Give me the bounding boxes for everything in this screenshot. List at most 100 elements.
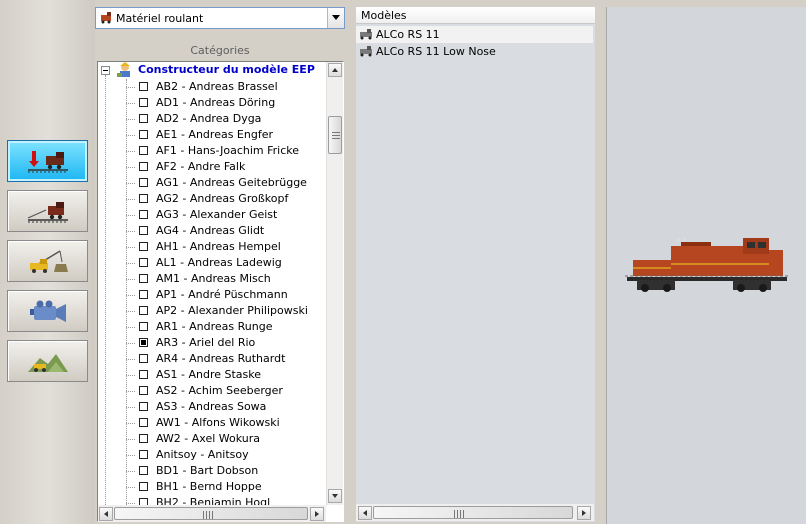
tree-item-checkbox[interactable] <box>139 354 148 363</box>
tree-item-checkbox[interactable] <box>139 130 148 139</box>
tree-item-checkbox[interactable] <box>139 434 148 443</box>
tree-item-checkbox[interactable] <box>139 82 148 91</box>
scroll-down-button[interactable] <box>328 489 342 503</box>
collapse-icon[interactable] <box>101 66 110 75</box>
scroll-right-button[interactable] <box>577 506 591 520</box>
tree-item[interactable]: AB2 - Andreas Brassel <box>98 79 327 95</box>
tree-connector <box>126 199 135 200</box>
tree-item[interactable]: AM1 - Andreas Misch <box>98 271 327 287</box>
tree-item[interactable]: AW2 - Axel Wokura <box>98 431 327 447</box>
tree-item-checkbox[interactable] <box>139 194 148 203</box>
tree-item[interactable]: AF2 - Andre Falk <box>98 159 327 175</box>
scroll-up-button[interactable] <box>328 63 342 77</box>
tree-item-checkbox[interactable] <box>139 482 148 491</box>
tree-item[interactable]: AS1 - Andre Staske <box>98 367 327 383</box>
locomotive-icon <box>360 29 372 40</box>
tree-item-checkbox[interactable] <box>139 274 148 283</box>
tree-item-checkbox[interactable] <box>139 114 148 123</box>
models-header[interactable]: Modèles <box>356 7 595 24</box>
model-item[interactable]: ALCo RS 11 Low Nose <box>356 43 593 60</box>
tree-item[interactable]: BD1 - Bart Dobson <box>98 463 327 479</box>
tree-item[interactable]: AG2 - Andreas Großkopf <box>98 191 327 207</box>
tree-item-checkbox[interactable] <box>139 258 148 267</box>
tree-item[interactable]: AR3 - Ariel del Rio <box>98 335 327 351</box>
tree-item-checkbox[interactable] <box>139 338 148 347</box>
tree-item-checkbox[interactable] <box>139 226 148 235</box>
tree-connector <box>126 327 135 328</box>
category-tree[interactable]: Constructeur du modèle EEP AB2 - Andreas… <box>97 61 344 522</box>
tree-root-node[interactable]: Constructeur du modèle EEP <box>98 62 327 79</box>
tree-item[interactable]: AG3 - Alexander Geist <box>98 207 327 223</box>
dropdown-value: Matériel roulant <box>116 12 204 25</box>
tree-item-checkbox[interactable] <box>139 386 148 395</box>
tree-horizontal-scrollbar[interactable] <box>98 505 326 522</box>
tree-item-checkbox[interactable] <box>139 178 148 187</box>
tree-item-checkbox[interactable] <box>139 290 148 299</box>
app-window: Matériel roulant Catégories Constructeur… <box>0 0 806 524</box>
tree-item[interactable]: AG4 - Andreas Glidt <box>98 223 327 239</box>
tree-item[interactable]: BH2 - Benjamin Hogl <box>98 495 327 505</box>
tree-connector <box>126 503 135 504</box>
tree-item-label: AL1 - Andreas Ladewig <box>156 256 282 269</box>
arrow-left-icon <box>104 511 108 517</box>
tree-item[interactable]: Anitsoy - Anitsoy <box>98 447 327 463</box>
tree-item[interactable]: AE1 - Andreas Engfer <box>98 127 327 143</box>
scroll-thumb[interactable] <box>114 507 308 520</box>
tree-item[interactable]: BH1 - Bernd Hoppe <box>98 479 327 495</box>
tree-item-label: AG1 - Andreas Geitebrügge <box>156 176 307 189</box>
tree-item[interactable]: AR1 - Andreas Runge <box>98 319 327 335</box>
models-horizontal-scrollbar[interactable] <box>356 504 594 521</box>
tree-item[interactable]: AW1 - Alfons Wikowski <box>98 415 327 431</box>
camera-button[interactable] <box>7 290 88 332</box>
scroll-thumb[interactable] <box>373 506 573 519</box>
tree-item[interactable]: AP2 - Alexander Philipowski <box>98 303 327 319</box>
tree-item[interactable]: AF1 - Hans-Joachim Fricke <box>98 143 327 159</box>
tree-connector <box>126 183 135 184</box>
scroll-left-button[interactable] <box>358 506 372 520</box>
tree-connector <box>126 295 135 296</box>
tree-item-checkbox[interactable] <box>139 466 148 475</box>
tree-item[interactable]: AS2 - Achim Seeberger <box>98 383 327 399</box>
tree-item[interactable]: AP1 - André Püschmann <box>98 287 327 303</box>
models-list[interactable]: Modèles ALCo RS 11 ALCo RS 11 Low Nose <box>356 7 595 522</box>
tree-vertical-scrollbar[interactable] <box>326 62 343 505</box>
tree-item-checkbox[interactable] <box>139 498 148 505</box>
tree-item[interactable]: AR4 - Andreas Ruthardt <box>98 351 327 367</box>
user-icon <box>117 62 130 77</box>
tree-item-checkbox[interactable] <box>139 242 148 251</box>
tree-connector <box>126 263 135 264</box>
tree-item-checkbox[interactable] <box>139 162 148 171</box>
tree-item[interactable]: AG1 - Andreas Geitebrügge <box>98 175 327 191</box>
tree-connector <box>126 359 135 360</box>
tree-connector <box>126 407 135 408</box>
tree-item-checkbox[interactable] <box>139 370 148 379</box>
dropdown-arrow-button[interactable] <box>327 8 344 28</box>
scroll-thumb[interactable] <box>328 116 342 154</box>
tree-connector <box>126 455 135 456</box>
tree-item-checkbox[interactable] <box>139 418 148 427</box>
tree-item-checkbox[interactable] <box>139 306 148 315</box>
camera-icon <box>30 300 66 322</box>
scroll-left-button[interactable] <box>99 507 113 521</box>
tree-item[interactable]: AH1 - Andreas Hempel <box>98 239 327 255</box>
tree-item-checkbox[interactable] <box>139 450 148 459</box>
model-item[interactable]: ALCo RS 11 <box>356 26 593 43</box>
scroll-right-button[interactable] <box>310 507 324 521</box>
tree-item[interactable]: AD2 - Andrea Dyga <box>98 111 327 127</box>
rolling-stock-button[interactable] <box>7 140 88 182</box>
landscape-button[interactable] <box>7 340 88 382</box>
tree-item[interactable]: AD1 - Andreas Döring <box>98 95 327 111</box>
tree-connector <box>126 487 135 488</box>
crane-button[interactable] <box>7 240 88 282</box>
tree-item-checkbox[interactable] <box>139 210 148 219</box>
tree-item[interactable]: AL1 - Andreas Ladewig <box>98 255 327 271</box>
category-dropdown[interactable]: Matériel roulant <box>95 7 345 29</box>
tree-item[interactable]: AS3 - Andreas Sowa <box>98 399 327 415</box>
locomotive-icon <box>101 12 111 24</box>
tree-item-checkbox[interactable] <box>139 402 148 411</box>
tree-item-checkbox[interactable] <box>139 98 148 107</box>
tree-item-checkbox[interactable] <box>139 146 148 155</box>
tree-item-checkbox[interactable] <box>139 322 148 331</box>
tree-item-label: AF2 - Andre Falk <box>156 160 246 173</box>
track-button[interactable] <box>7 190 88 232</box>
